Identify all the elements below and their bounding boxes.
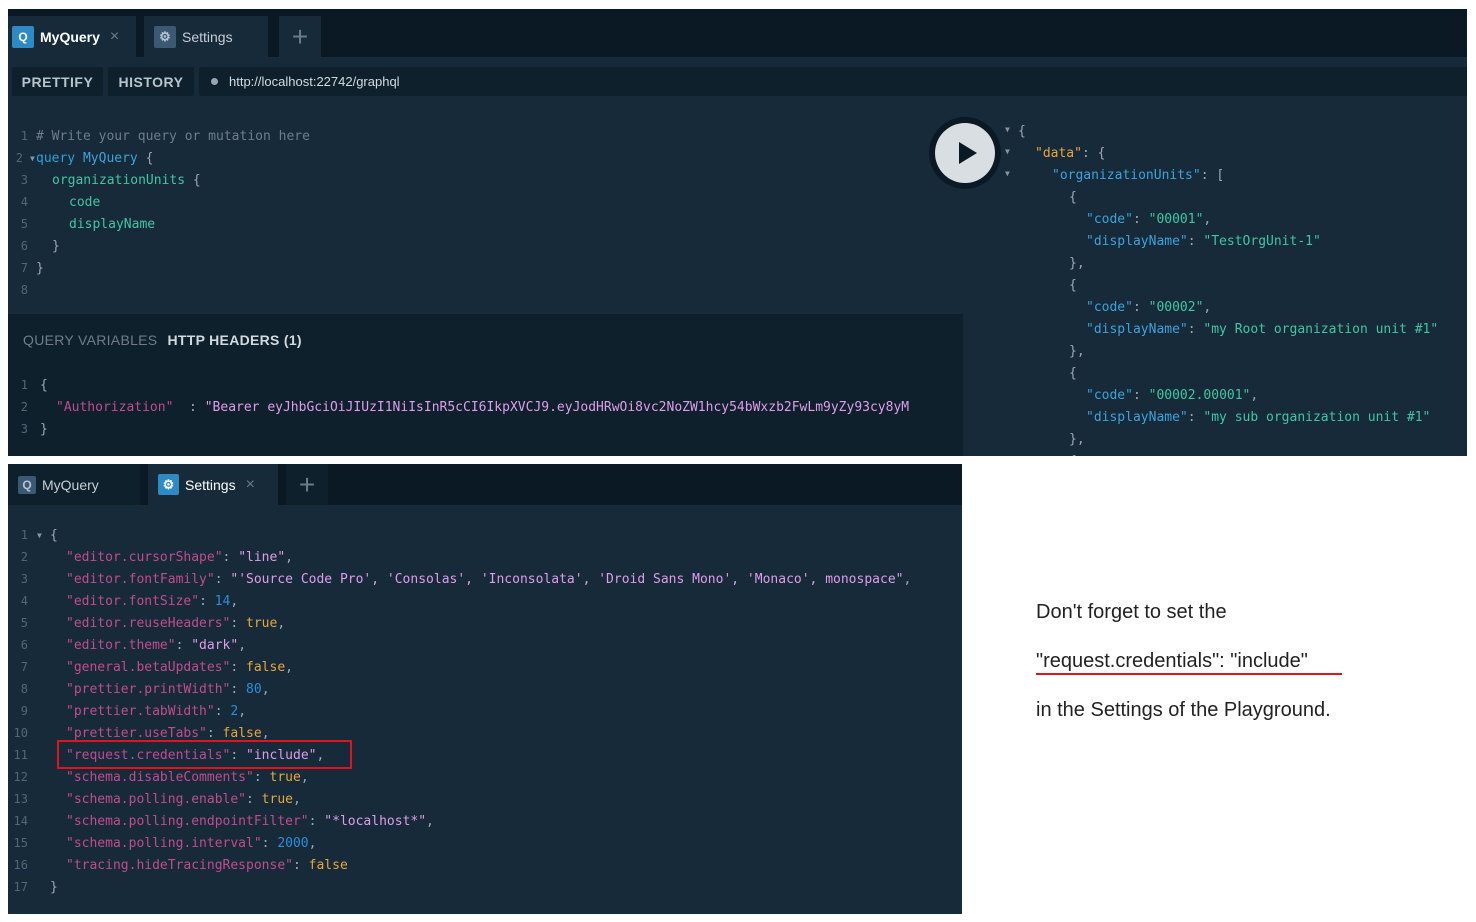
- code-line: 6 }: [20, 238, 60, 254]
- close-icon[interactable]: ×: [110, 28, 119, 46]
- settings-line: 6 "editor.theme": "dark",: [20, 637, 247, 653]
- tab-settings[interactable]: ⚙ Settings ×: [148, 464, 278, 505]
- add-tab-button[interactable]: +: [279, 16, 321, 57]
- note-line-1: Don't forget to set the: [1036, 601, 1227, 623]
- http-headers-editor[interactable]: 1 { 2 "Authorization" : "Bearer eyJhbGci…: [8, 366, 963, 456]
- note-line-3: in the Settings of the Playground.: [1036, 699, 1331, 721]
- settings-line: 1 ▼{: [20, 527, 58, 543]
- result-line: ▼ "data": {: [1005, 145, 1106, 161]
- code-line: 5 displayName: [20, 216, 156, 232]
- tab-query-variables[interactable]: QUERY VARIABLES: [23, 332, 157, 348]
- code-line: 3 organizationUnits {: [20, 172, 201, 188]
- tab-myquery[interactable]: Q MyQuery ×: [8, 16, 136, 57]
- fold-arrow-icon[interactable]: ▼: [37, 531, 42, 540]
- query-icon: Q: [12, 25, 34, 48]
- highlight-box: [57, 740, 352, 769]
- fold-arrow-icon[interactable]: ▼: [1005, 169, 1010, 178]
- tab-bar: Q MyQuery ⚙ Settings × +: [8, 464, 962, 505]
- tab-label: MyQuery: [40, 28, 100, 45]
- result-line: {: [1069, 189, 1077, 205]
- result-line: ▼ "organizationUnits": [: [1005, 167, 1225, 183]
- code-line: 7 }: [20, 260, 44, 276]
- add-tab-button[interactable]: +: [286, 464, 328, 505]
- result-line: {: [1069, 450, 1077, 457]
- settings-line: 13 "schema.polling.enable": true,: [13, 791, 301, 807]
- close-icon[interactable]: ×: [246, 476, 255, 494]
- code-line: 4 code: [20, 194, 101, 210]
- playground-query-window: Q MyQuery × ⚙ Settings + PRETTIFY HISTOR…: [8, 9, 1467, 456]
- fold-arrow-icon[interactable]: ▼: [30, 154, 35, 163]
- variables-tab-bar: QUERY VARIABLES HTTP HEADERS (1): [8, 314, 963, 366]
- tab-label: Settings: [185, 476, 236, 493]
- settings-line: 8 "prettier.printWidth": 80,: [20, 681, 270, 697]
- settings-line: 9 "prettier.tabWidth": 2,: [20, 703, 247, 719]
- result-line: "code": "00001",: [1086, 211, 1212, 227]
- endpoint-url: http://localhost:22742/graphql: [229, 74, 400, 89]
- query-editor[interactable]: 1 # Write your query or mutation here 2 …: [8, 107, 963, 314]
- tab-myquery[interactable]: Q MyQuery: [8, 464, 140, 505]
- result-line: },: [1069, 343, 1085, 359]
- settings-editor[interactable]: 1 ▼{ 2 "editor.cursorShape": "line", 3 "edito…: [8, 505, 962, 914]
- playground-settings-window: Q MyQuery ⚙ Settings × + 1 ▼{ 2 "editor.cur…: [8, 464, 962, 914]
- gear-icon: ⚙: [158, 474, 179, 495]
- code-line: 1 # Write your query or mutation here: [20, 128, 310, 144]
- settings-line: 7 "general.betaUpdates": false,: [20, 659, 293, 675]
- tab-http-headers[interactable]: HTTP HEADERS (1): [167, 332, 301, 348]
- execute-query-button[interactable]: [929, 117, 1001, 189]
- settings-line: 16 "tracing.hideTracingResponse": false: [13, 857, 348, 873]
- code-line: 1 {: [20, 377, 48, 393]
- result-line: ▼{: [1005, 123, 1026, 139]
- result-line: {: [1069, 277, 1077, 293]
- endpoint-url-input[interactable]: http://localhost:22742/graphql: [199, 67, 1467, 96]
- result-line: "displayName": "my Root organization uni…: [1086, 321, 1439, 337]
- settings-line: 14 "schema.polling.endpointFilter": "*loc…: [13, 813, 434, 829]
- tab-label: Settings: [182, 28, 233, 45]
- code-line: 8: [20, 283, 28, 297]
- result-line: },: [1069, 255, 1085, 271]
- result-viewer[interactable]: ▼{▼ "data": {▼ "organizationUnits": [{"cod…: [963, 107, 1467, 456]
- result-line: "code": "00002",: [1086, 299, 1212, 315]
- result-line: {: [1069, 365, 1077, 381]
- settings-line: 12 "schema.disableComments": true,: [13, 769, 309, 785]
- tab-bar: Q MyQuery × ⚙ Settings +: [8, 9, 1467, 57]
- fold-arrow-icon[interactable]: ▼: [1005, 125, 1010, 134]
- code-line: 3 }: [20, 421, 48, 437]
- play-icon: [935, 123, 995, 183]
- tab-settings[interactable]: ⚙ Settings: [144, 16, 268, 57]
- result-line: },: [1069, 431, 1085, 447]
- code-line: 2 "Authorization" : "Bearer eyJhbGciOiJI…: [20, 399, 910, 415]
- status-dot-icon: [211, 78, 218, 85]
- settings-line: 4 "editor.fontSize": 14,: [20, 593, 239, 609]
- code-line: 2 ▼ query MyQuery {: [15, 150, 154, 166]
- result-line: "displayName": "TestOrgUnit-1": [1086, 233, 1321, 249]
- note-line-2: "request.credentials": "include": [1036, 650, 1308, 672]
- toolbar: PRETTIFY HISTORY http://localhost:22742/…: [8, 57, 1467, 107]
- result-line: "code": "00002.00001",: [1086, 387, 1259, 403]
- prettify-button[interactable]: PRETTIFY: [12, 67, 103, 96]
- settings-line: 15 "schema.polling.interval": 2000,: [13, 835, 317, 851]
- red-underline: [1036, 673, 1342, 675]
- gear-icon: ⚙: [154, 25, 176, 48]
- settings-line: 2 "editor.cursorShape": "line",: [20, 549, 293, 565]
- history-button[interactable]: HISTORY: [108, 67, 194, 96]
- query-icon: Q: [18, 475, 36, 494]
- settings-line: 5 "editor.reuseHeaders": true,: [20, 615, 286, 631]
- tab-label: MyQuery: [42, 476, 99, 493]
- result-line: "displayName": "my sub organization unit…: [1086, 409, 1431, 425]
- fold-arrow-icon[interactable]: ▼: [1005, 147, 1010, 156]
- settings-line: 3 "editor.fontFamily": "'Source Code Pro'…: [20, 571, 912, 587]
- settings-line: 17}: [13, 879, 58, 895]
